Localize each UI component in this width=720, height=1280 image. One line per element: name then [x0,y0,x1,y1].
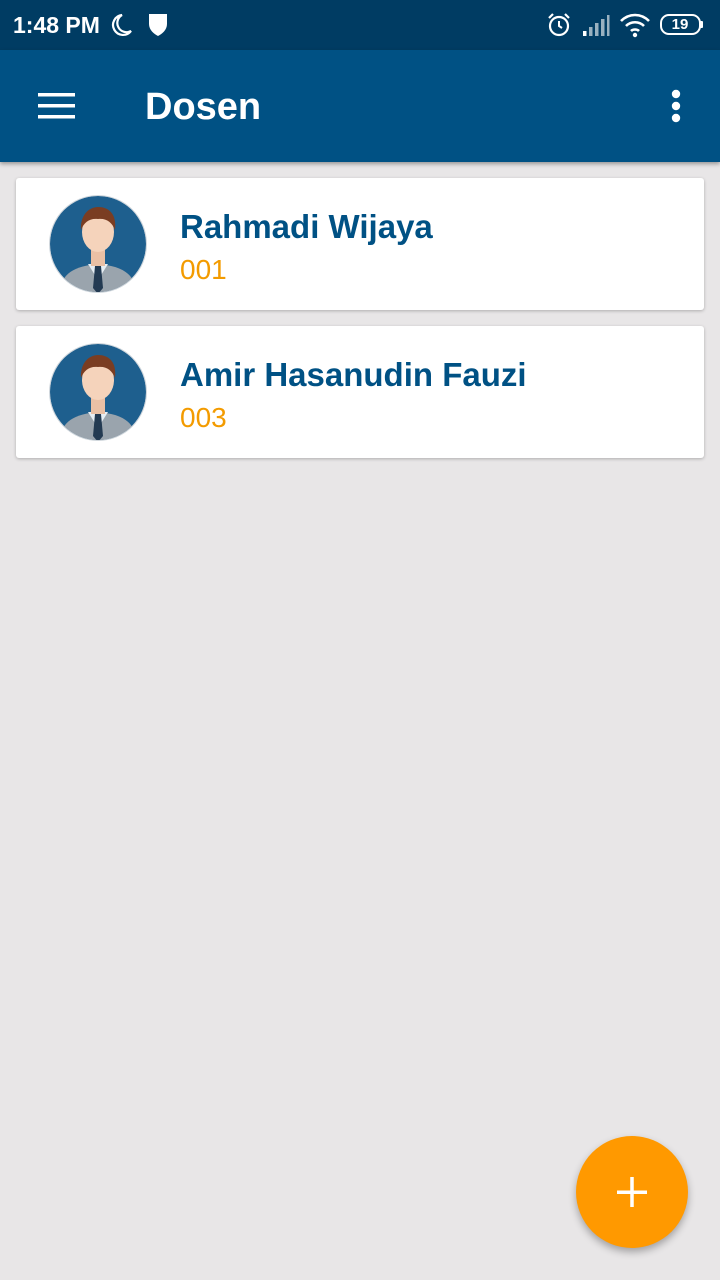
battery-icon: 19 [660,14,704,35]
list-item[interactable]: Amir Hasanudin Fauzi 003 [16,326,704,458]
dosen-code: 003 [180,402,227,433]
menu-button[interactable] [30,80,82,132]
alarm-icon [548,13,570,37]
shield-icon [149,14,167,36]
dosen-name: Amir Hasanudin Fauzi [180,356,527,393]
male-avatar-icon [49,343,147,441]
moon-icon [111,13,132,37]
app-bar: Dosen [0,50,720,162]
signal-icon [583,15,610,36]
wifi-icon [620,13,650,38]
status-time: 1:48 PM [13,12,100,38]
status-bar: 1:48 PM 19 [0,0,720,50]
dosen-list: Rahmadi Wijaya 001 Amir Hasanudin Fauzi … [16,178,704,474]
overflow-menu-button[interactable] [660,80,692,132]
plus-icon [617,1177,647,1207]
battery-level: 19 [671,16,689,33]
dosen-code: 001 [180,254,227,285]
hamburger-menu-icon [38,93,75,119]
more-vert-icon [671,89,681,123]
page-title: Dosen [145,86,262,128]
dosen-name: Rahmadi Wijaya [180,208,433,245]
list-item[interactable]: Rahmadi Wijaya 001 [16,178,704,310]
male-avatar-icon [49,195,147,293]
add-dosen-button[interactable] [576,1136,688,1248]
